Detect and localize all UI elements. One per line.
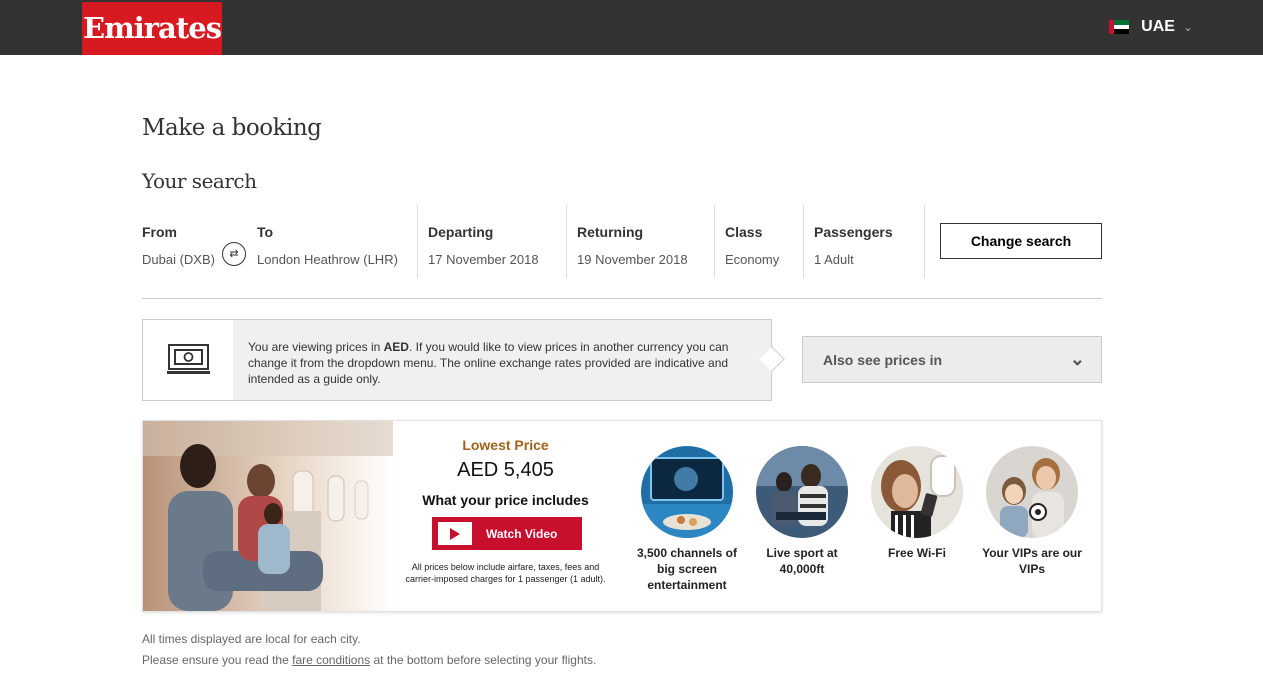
emirates-logo[interactable]: Emirates bbox=[82, 2, 222, 55]
notice-text: You are viewing prices in AED. If you wo… bbox=[233, 320, 771, 400]
departing-label: Departing bbox=[428, 224, 494, 240]
returning-field: Returning 19 November 2018 bbox=[577, 205, 707, 278]
play-icon bbox=[438, 522, 472, 545]
uae-flag-icon bbox=[1109, 20, 1130, 35]
feature-label: Free Wi-Fi bbox=[888, 546, 946, 560]
class-value: Economy bbox=[725, 252, 780, 267]
currency-notice: You are viewing prices in AED. If you wo… bbox=[142, 319, 785, 401]
class-field: Class Economy bbox=[725, 205, 795, 278]
country-selector[interactable]: UAE ⌄ bbox=[1109, 17, 1193, 37]
feature-label: Your VIPs are our VIPs bbox=[982, 546, 1082, 576]
feature-entertainment: 3,500 channels of big screen entertainme… bbox=[632, 446, 742, 593]
watch-video-button[interactable]: Watch Video bbox=[432, 517, 582, 550]
free-wifi-photo bbox=[871, 446, 963, 538]
fare-note-pre: Please ensure you read the bbox=[142, 653, 293, 667]
watch-video-label: Watch Video bbox=[486, 527, 558, 541]
search-title: Your search bbox=[142, 169, 257, 193]
departing-field: Departing 17 November 2018 bbox=[428, 205, 558, 278]
cabin-family-photo bbox=[143, 421, 393, 611]
from-value: Dubai (DXB) bbox=[142, 252, 215, 267]
feature-live-sport: Live sport at 40,000ft bbox=[747, 446, 857, 577]
passengers-label: Passengers bbox=[814, 224, 893, 240]
from-label: From bbox=[142, 224, 177, 240]
passengers-field: Passengers 1 Adult bbox=[814, 205, 914, 278]
price-includes-heading: What your price includes bbox=[422, 492, 589, 508]
price-column: Lowest Price AED 5,405 What your price i… bbox=[398, 421, 613, 611]
notice-text-pre: You are viewing prices in bbox=[248, 340, 384, 354]
page-title: Make a booking bbox=[142, 115, 322, 141]
lowest-price-value: AED 5,405 bbox=[457, 459, 554, 481]
vips-photo bbox=[986, 446, 1078, 538]
change-search-button[interactable]: Change search bbox=[940, 223, 1102, 259]
chevron-down-icon: ⌄ bbox=[1069, 349, 1085, 369]
search-summary: From Dubai (DXB) ⇄ To London Heathrow (L… bbox=[142, 205, 1102, 278]
to-value: London Heathrow (LHR) bbox=[257, 252, 398, 267]
price-fine-print: All prices below include airfare, taxes,… bbox=[405, 562, 606, 584]
country-label: UAE bbox=[1141, 18, 1175, 35]
notice-currency: AED bbox=[383, 340, 409, 354]
also-see-label: Also see prices in bbox=[823, 352, 943, 368]
divider bbox=[417, 205, 418, 278]
fare-conditions-note: Please ensure you read the fare conditio… bbox=[142, 653, 596, 667]
swap-icon[interactable]: ⇄ bbox=[222, 242, 246, 266]
entertainment-photo bbox=[641, 446, 733, 538]
price-promo-panel: Lowest Price AED 5,405 What your price i… bbox=[142, 420, 1102, 612]
fare-note-post: at the bottom before selecting your flig… bbox=[370, 653, 597, 667]
divider bbox=[714, 205, 715, 278]
divider bbox=[566, 205, 567, 278]
passengers-value: 1 Adult bbox=[814, 252, 854, 267]
feature-wifi: Free Wi-Fi bbox=[862, 446, 972, 561]
to-field: To London Heathrow (LHR) bbox=[257, 205, 407, 278]
to-label: To bbox=[257, 224, 274, 240]
divider bbox=[924, 205, 925, 278]
feature-label: Live sport at 40,000ft bbox=[766, 546, 838, 576]
feature-label: 3,500 channels of big screen entertainme… bbox=[636, 546, 738, 592]
banknote-monitor-icon bbox=[167, 344, 210, 374]
chevron-down-icon: ⌄ bbox=[1182, 20, 1193, 34]
class-label: Class bbox=[725, 224, 763, 240]
fare-conditions-link[interactable]: fare conditions bbox=[292, 653, 370, 667]
live-sport-photo bbox=[756, 446, 848, 538]
returning-value: 19 November 2018 bbox=[577, 252, 688, 267]
local-times-note: All times displayed are local for each c… bbox=[142, 632, 361, 646]
notice-icon-box bbox=[143, 320, 233, 400]
returning-label: Returning bbox=[577, 224, 644, 240]
divider bbox=[142, 298, 1102, 299]
feature-vips: Your VIPs are our VIPs bbox=[977, 446, 1087, 577]
top-bar: Emirates UAE ⌄ bbox=[0, 0, 1263, 55]
divider bbox=[803, 205, 804, 278]
lowest-price-label: Lowest Price bbox=[462, 437, 549, 453]
also-see-prices-dropdown[interactable]: Also see prices in ⌄ bbox=[802, 336, 1102, 383]
departing-value: 17 November 2018 bbox=[428, 252, 539, 267]
from-field: From Dubai (DXB) bbox=[142, 205, 222, 278]
